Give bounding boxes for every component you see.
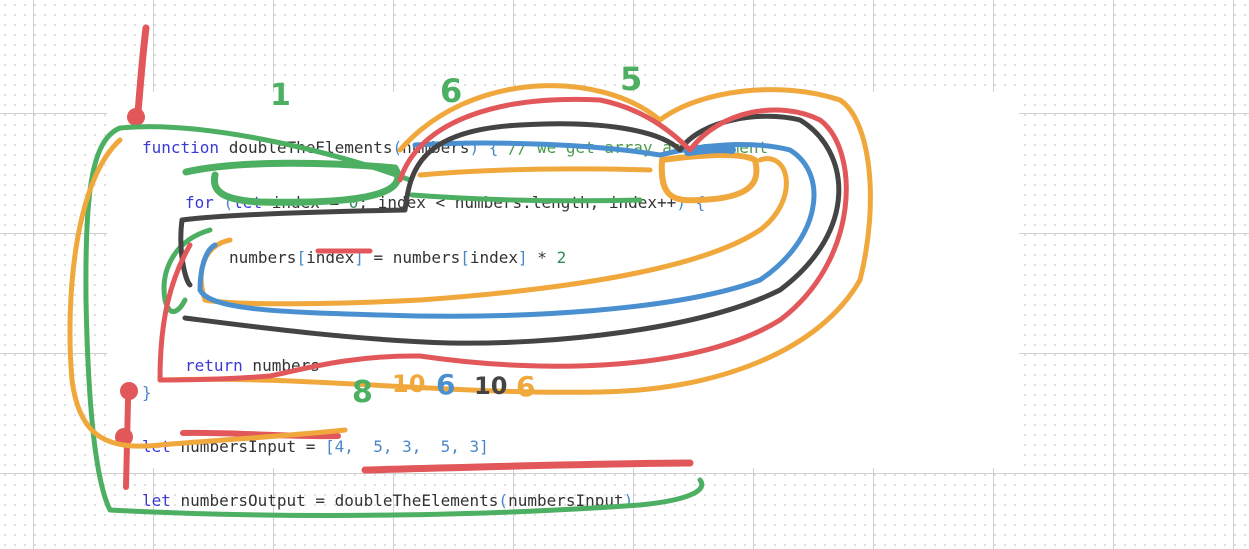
annotation-orange-10: 10 [392,370,426,398]
code-line-input: let numbersInput = [4, 5, 3, 5, 3] [142,417,489,457]
code-line-assign: numbers[index] = numbers[index] * 2 [229,228,566,268]
output-decl: numbersOutput = doubleTheElements [170,491,499,510]
annotation-blue-6: 6 [436,368,456,401]
annotation-orange-6: 6 [516,370,536,403]
input-array: [4, 5, 3, 5, 3] [325,437,489,456]
paren-open: ( [392,138,403,157]
keyword-let: let [233,193,263,212]
brace-open: { [479,138,499,157]
for-increment: index++ [608,193,677,212]
keyword-let-output: let [142,491,171,510]
function-name: doubleTheElements [219,138,393,157]
code-line-return: return numbers [185,336,320,376]
for-condition: index < numbers.length; [377,193,609,212]
call-paren-close: ) [623,491,634,510]
number-two: 2 [556,248,567,267]
annotation-green-8: 8 [352,375,373,410]
keyword-function: function [142,138,220,157]
annotation-black-10: 10 [474,372,508,400]
code-line-for: for (let index = 0; index < numbers.leng… [185,173,705,213]
keyword-return: return [185,356,243,375]
function-brace-close: } [142,383,152,402]
for-semicolon: ; [358,193,378,212]
annotation-green-1: 1 [270,78,291,113]
code-comment: // we get array as argument [498,138,769,157]
assign-target: numbers [229,248,297,267]
annotation-green-5: 5 [620,60,643,98]
keyword-let-input: let [142,437,171,456]
bracket-close-1: ] [354,248,364,267]
param-numbers: numbers [402,138,470,157]
call-paren-open: ( [498,491,509,510]
code-line-function: function doubleTheElements(numbers) { //… [142,118,768,158]
assign-index-2: index [469,248,519,267]
annotation-green-6: 6 [440,72,463,110]
bracket-open-2: [ [460,248,470,267]
code-line-close-brace: } [142,363,152,403]
keyword-for: for [185,193,214,212]
paren-close: ) [469,138,480,157]
bracket-open-1: [ [296,248,307,267]
bracket-close-2: ] [518,248,528,267]
code-line-output: let numbersOutput = doubleTheElements(nu… [142,471,633,511]
for-init: index = [262,193,349,212]
input-decl: numbersInput = [170,437,326,456]
assign-mid: = numbers [363,248,461,267]
number-zero: 0 [348,193,359,212]
for-paren-open: ( [213,193,234,212]
assign-index-1: index [306,248,355,267]
return-value: numbers [242,356,320,375]
for-brace-open: { [685,193,706,212]
call-argument: numbersInput [508,491,624,510]
assign-operator: * [527,248,557,267]
for-paren-close: ) [676,193,686,212]
